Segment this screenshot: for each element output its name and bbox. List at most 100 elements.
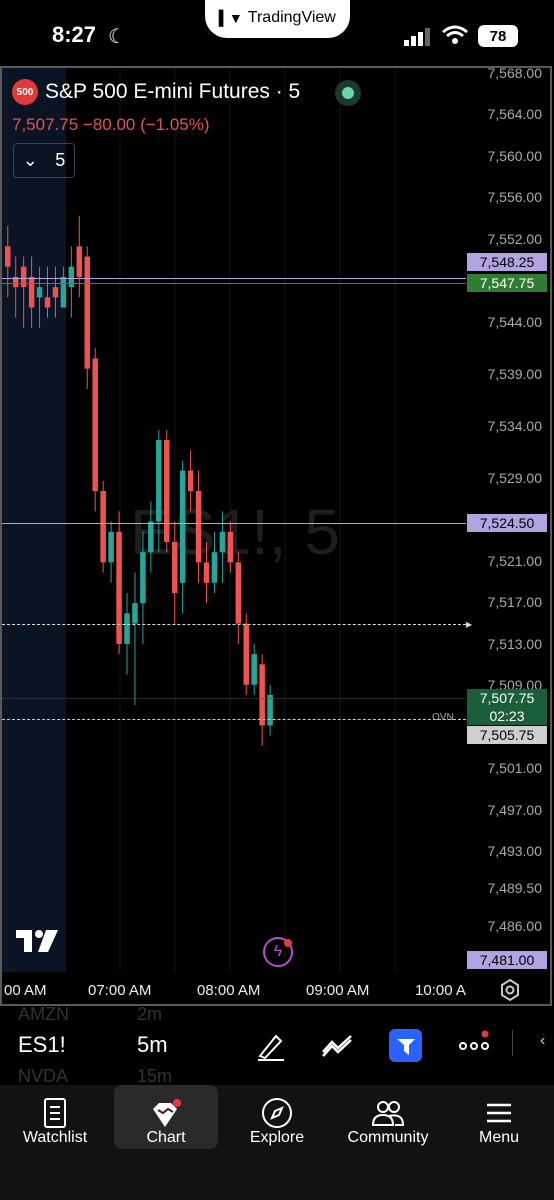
menu-icon xyxy=(487,1103,511,1123)
candle-body[interactable] xyxy=(195,491,202,563)
candle-body[interactable] xyxy=(44,297,51,308)
candle-body[interactable] xyxy=(100,491,106,563)
status-time: 8:27 xyxy=(52,22,97,47)
nav-label: Community xyxy=(347,1129,429,1146)
nav-watchlist[interactable]: Watchlist xyxy=(3,1085,107,1149)
price-axis-label: 7,556.00 xyxy=(487,189,543,205)
more-options-icon[interactable] xyxy=(457,1028,491,1062)
time-axis-label: 00 AM xyxy=(4,982,47,999)
price-axis-label: 7,486.00 xyxy=(487,918,543,934)
nav-label: Chart xyxy=(146,1129,186,1146)
candle-body[interactable] xyxy=(171,541,178,593)
level-line-7547-75[interactable] xyxy=(2,283,466,284)
app-pill: ▍▼ TradingView xyxy=(205,0,350,38)
candle-body[interactable] xyxy=(20,266,27,288)
candle-body[interactable] xyxy=(36,287,43,298)
time-axis-label: 09:00 AM xyxy=(306,982,370,999)
toolbar-divider xyxy=(512,1030,513,1056)
tradingview-logo-icon: ▍▼ xyxy=(219,9,243,26)
price-axis-label: 7,544.00 xyxy=(487,314,543,330)
candle-body[interactable] xyxy=(68,266,75,288)
price-axis-label: 7,493.00 xyxy=(487,843,543,859)
price-axis-label: 7,568.00 xyxy=(487,65,543,81)
candlestick-chart[interactable] xyxy=(2,68,466,972)
candle-body[interactable] xyxy=(124,613,130,644)
market-open-indicator xyxy=(335,80,361,106)
timeframe-selector[interactable]: 5m xyxy=(137,1032,168,1058)
bar-countdown-tag: 02:23 xyxy=(467,707,547,725)
candle-body[interactable] xyxy=(140,552,146,604)
price-axis-label: 7,501.00 xyxy=(487,760,543,776)
candle-body[interactable] xyxy=(211,552,218,583)
price-axis-label: 7,497.00 xyxy=(487,802,543,818)
level-line-7548-25[interactable] xyxy=(2,278,466,279)
nav-label: Menu xyxy=(478,1129,520,1146)
price-axis-label: 7,517.00 xyxy=(487,594,543,610)
candle-body[interactable] xyxy=(219,531,226,553)
level-line-7524-50[interactable] xyxy=(2,523,466,524)
candle-body[interactable] xyxy=(156,440,162,522)
symbol-title[interactable]: S&P 500 E-mini Futures · 5 xyxy=(45,80,300,104)
candle-body[interactable] xyxy=(235,562,242,624)
candle-body[interactable] xyxy=(259,664,265,726)
candle-body[interactable] xyxy=(132,603,138,624)
price-axis-label: 7,534.00 xyxy=(487,418,543,434)
dashed-level-line[interactable] xyxy=(2,624,466,625)
faded-symbol-above: AMZN xyxy=(18,1004,69,1024)
candle-body[interactable] xyxy=(187,470,194,492)
candle-body[interactable] xyxy=(5,246,11,267)
ovn-level-line[interactable] xyxy=(2,719,466,720)
candle-body[interactable] xyxy=(52,287,59,298)
nav-chart[interactable]: Chart xyxy=(114,1085,218,1149)
price-axis-label: 7,521.00 xyxy=(487,553,543,569)
price-axis-label: 7,529.00 xyxy=(487,470,543,486)
price-tag-7547-75[interactable]: 7,547.75 xyxy=(467,274,547,292)
candle-body[interactable] xyxy=(243,623,250,685)
time-axis-label: 10:00 A xyxy=(415,982,466,999)
price-axis-label: 7,560.00 xyxy=(487,148,543,164)
candle-body[interactable] xyxy=(92,358,98,492)
nav-menu[interactable]: Menu xyxy=(447,1085,551,1149)
notification-dot-icon xyxy=(284,939,292,947)
price-tag-7548-25[interactable]: 7,548.25 xyxy=(467,253,547,271)
price-axis-label: 7,552.00 xyxy=(487,231,543,247)
compass-icon xyxy=(262,1098,292,1128)
community-icon xyxy=(371,1101,405,1126)
candle-body[interactable] xyxy=(76,246,83,277)
nav-explore[interactable]: Explore xyxy=(225,1085,329,1149)
ovn-label: OVN xyxy=(432,712,454,723)
candle-body[interactable] xyxy=(116,531,122,644)
candle-body[interactable] xyxy=(164,440,170,542)
wifi-icon xyxy=(442,25,468,44)
candle-body[interactable] xyxy=(148,521,154,553)
candle-body[interactable] xyxy=(267,694,273,726)
nav-label: Explore xyxy=(249,1129,305,1146)
chart-settings-icon[interactable] xyxy=(498,978,522,1002)
candle-body[interactable] xyxy=(84,256,91,369)
candle-body[interactable] xyxy=(179,470,186,583)
current-price-line xyxy=(2,698,466,699)
candle-body[interactable] xyxy=(251,654,257,685)
candle-body[interactable] xyxy=(60,276,67,308)
time-axis-label: 07:00 AM xyxy=(88,982,152,999)
chevron-left-icon[interactable]: ‹ xyxy=(540,1032,545,1050)
price-tag-7524-50[interactable]: 7,524.50 xyxy=(467,514,547,532)
interval-toggle-button[interactable]: ⌄ 5 xyxy=(13,143,75,178)
time-axis-label: 08:00 AM xyxy=(197,982,261,999)
app-name: TradingView xyxy=(247,9,336,26)
candle-body[interactable] xyxy=(108,531,114,563)
level-marker-icon[interactable]: ▸ xyxy=(466,617,472,631)
price-tag-7505-75[interactable]: 7,505.75 xyxy=(467,726,547,744)
nav-community[interactable]: Community xyxy=(336,1085,440,1149)
indicators-icon[interactable] xyxy=(320,1028,354,1062)
symbol-selector[interactable]: ES1! xyxy=(18,1032,66,1058)
faded-timeframe-below: 15m xyxy=(137,1066,173,1086)
price-tag-7481-00[interactable]: 7,481.00 xyxy=(467,951,547,969)
candle-body[interactable] xyxy=(227,531,234,563)
watchlist-icon xyxy=(44,1098,66,1128)
candle-body[interactable] xyxy=(203,562,210,583)
candle-body[interactable] xyxy=(28,276,35,308)
current-price-tag[interactable]: 7,507.75 xyxy=(467,689,547,707)
chart-type-button[interactable] xyxy=(389,1029,422,1062)
drawing-pen-icon[interactable] xyxy=(254,1028,288,1062)
